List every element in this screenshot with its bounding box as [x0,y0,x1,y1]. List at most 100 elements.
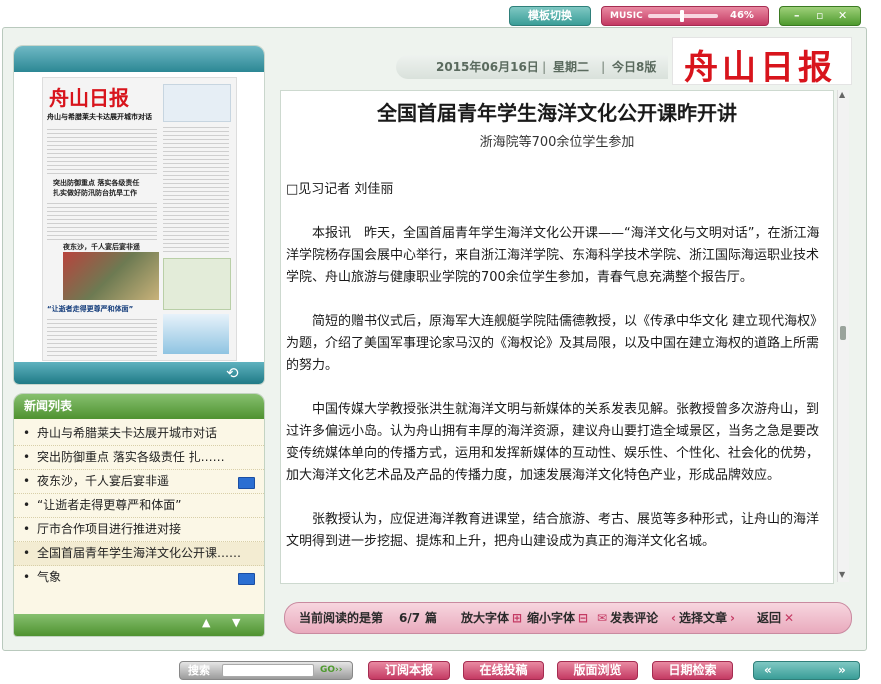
bullet-icon: • [23,498,31,512]
search-input[interactable] [222,664,314,677]
comment-label: 发表评论 [610,611,659,625]
back-label: 返回 [757,611,782,625]
submit-article-button[interactable]: 在线投稿 [463,661,544,680]
video-icon[interactable] [238,477,255,489]
thumb-headline-1: 舟山与希腊莱夫卡达展开城市对话 [47,113,152,121]
scroll-down-arrow-icon[interactable]: ▼ [839,570,845,579]
thumb-ad-image [163,314,229,354]
issue-pages: 今日8版 [612,60,657,74]
prev-page-icon[interactable]: « [764,662,772,679]
reading-position-unit: 篇 [425,611,438,625]
template-switch-button[interactable]: 模板切换 [509,6,591,26]
enlarge-font-button[interactable]: 放大字体 ⊞ [461,603,522,633]
minimize-icon[interactable]: – [794,7,800,25]
choose-article-label: 选择文章 [678,611,727,625]
news-list-item[interactable]: • 突出防御重点 落实各级责任 扎…… [14,446,264,470]
news-list-title: 新闻列表 [14,394,264,419]
news-list-item-text: 厅市合作项目进行推进对接 [37,522,182,536]
scroll-up-arrow-icon[interactable]: ▲ [839,90,845,99]
scrollbar-thumb[interactable] [840,326,846,340]
plus-icon: ⊞ [512,611,523,625]
article-paragraph: 简短的赠书仪式后，原海军大连舰艇学院陆儒德教授，以《传承中华文化 建立现代海权》… [286,314,824,373]
close-icon: ✕ [784,611,795,625]
shrink-font-label: 缩小字体 [527,611,576,625]
news-list-item[interactable]: • 气象 [14,566,264,589]
article-byline: □见习记者 刘佳丽 [286,182,394,197]
thumb-text-block [47,200,157,240]
news-list-item[interactable]: • 厅市合作项目进行推进对接 [14,518,264,542]
issue-weekday: 星期二 [553,60,590,74]
logo-text: 舟山日报 [684,48,836,88]
page-preview-header [14,46,264,72]
music-control[interactable]: MUSIC 46% [601,6,769,26]
refresh-icon[interactable]: ⟲ [226,364,239,382]
music-label: MUSIC [610,11,643,21]
music-volume-slider[interactable] [680,10,684,22]
news-list-panel: 新闻列表 • 舟山与希腊莱夫卡达展开城市对话 • 突出防御重点 落实各级责任 扎… [13,393,265,637]
thumb-headline-3: 扎实做好防汛防台抗旱工作 [53,189,137,197]
news-list-item-text: “让逝者走得更尊严和体面” [37,498,182,512]
news-list-item[interactable]: • “让逝者走得更尊严和体面” [14,494,264,518]
article-scrollbar[interactable]: ▲ ▼ [837,90,849,582]
bullet-icon: • [23,570,31,584]
date-separator: | [542,60,547,74]
scroll-up-icon[interactable]: ▲ [202,616,210,629]
article-paragraph: 本报讯 昨天，全国首届青年学生海洋文化公开课——“海洋文化与文明对话”，在浙江海… [286,226,820,285]
bullet-icon: • [23,522,31,536]
news-list-item-active[interactable]: • 全国首届青年学生海洋文化公开课…… [14,542,264,566]
news-list-item-text: 舟山与希腊莱夫卡达展开城市对话 [37,426,218,440]
back-button[interactable]: 返回 ✕ [757,603,794,633]
article-paragraph: 张教授认为，应促进海洋教育进课堂，结合旅游、考古、展览等多种形式，让舟山的海洋文… [286,512,820,549]
search-go-label: GO [320,665,336,675]
news-list-item-text: 夜东沙，千人宴后宴非遥 [37,474,170,488]
article-body: □见习记者 刘佳丽 本报讯 昨天，全国首届青年学生海洋文化公开课——“海洋文化与… [286,179,831,575]
music-volume-value: 46% [730,10,754,21]
date-separator: | [601,60,606,74]
reading-position-label: 当前阅读的是第 [299,611,384,625]
news-list-item-text: 全国首届青年学生海洋文化公开课…… [37,546,242,560]
reading-toolbar: 当前阅读的是第 6/7 篇 放大字体 ⊞ 缩小字体 ⊟ ✉ 发表评论 ‹ 选择文章 › 返… [284,602,852,634]
comment-button[interactable]: ✉ 发表评论 [597,603,658,633]
bullet-icon: • [23,546,31,560]
search-label: 搜索 [188,664,210,677]
close-icon[interactable]: ✕ [838,7,847,25]
shrink-font-button[interactable]: 缩小字体 ⊟ [527,603,588,633]
thumb-text-block [47,126,157,176]
minus-icon: ⊟ [578,611,589,625]
thumb-headline-2: 突出防御重点 落实各级责任 [53,179,140,187]
bullet-icon: • [23,450,31,464]
page-browse-button[interactable]: 版面浏览 [557,661,638,680]
chevron-left-icon: ‹ [671,611,676,625]
search-go-button[interactable]: GO›› [320,662,342,679]
video-icon[interactable] [238,573,255,585]
enlarge-font-label: 放大字体 [461,611,510,625]
thumb-weather-box [163,84,231,122]
article-title: 全国首届青年学生海洋文化公开课昨开讲 [377,101,737,125]
issue-date: 2015年06月16日 [436,60,539,74]
news-list-item[interactable]: • 舟山与希腊莱夫卡达展开城市对话 [14,422,264,446]
article-paragraph: 中国传媒大学教授张洪生就海洋文明与新媒体的关系发表见解。张教授曾多次游舟山，到过… [286,402,820,483]
thumb-ad-box [163,258,231,310]
choose-article-button[interactable]: ‹ 选择文章 › [671,603,735,633]
search-box: 搜索 GO›› [179,661,353,680]
subscribe-button[interactable]: 订阅本报 [368,661,450,680]
page-nav-buttons: « » [753,661,860,680]
date-bar: 2015年06月16日 | 星期二 | 今日8版 [396,55,668,79]
thumb-text-block [163,124,229,254]
thumb-headline-5: “让逝者走得更尊严和体面” [47,305,134,313]
thumb-headline-4: 夜东沙，千人宴后宴非遥 [63,243,140,251]
maximize-icon[interactable]: ▫ [816,7,823,25]
next-page-icon[interactable]: » [838,662,846,679]
news-list-item[interactable]: • 夜东沙，千人宴后宴非遥 [14,470,264,494]
newspaper-thumbnail[interactable]: 舟山日报 舟山与希腊莱夫卡达展开城市对话 突出防御重点 落实各级责任 扎实做好防… [42,77,237,361]
article-panel: 全国首届青年学生海洋文化公开课昨开讲 浙海院等700余位学生参加 □见习记者 刘… [280,90,834,584]
news-list-item-text: 气象 [37,570,62,584]
news-list-item-text: 突出防御重点 落实各级责任 扎…… [37,450,225,464]
window-controls: – ▫ ✕ [779,6,861,26]
thumb-text-block [47,316,157,356]
thumb-masthead: 舟山日报 [49,86,129,110]
date-search-button[interactable]: 日期检索 [652,661,733,680]
article-subtitle: 浙海院等700余位学生参加 [479,135,635,150]
chevron-right-icon: › [729,611,735,625]
scroll-down-icon[interactable]: ▼ [232,616,240,629]
